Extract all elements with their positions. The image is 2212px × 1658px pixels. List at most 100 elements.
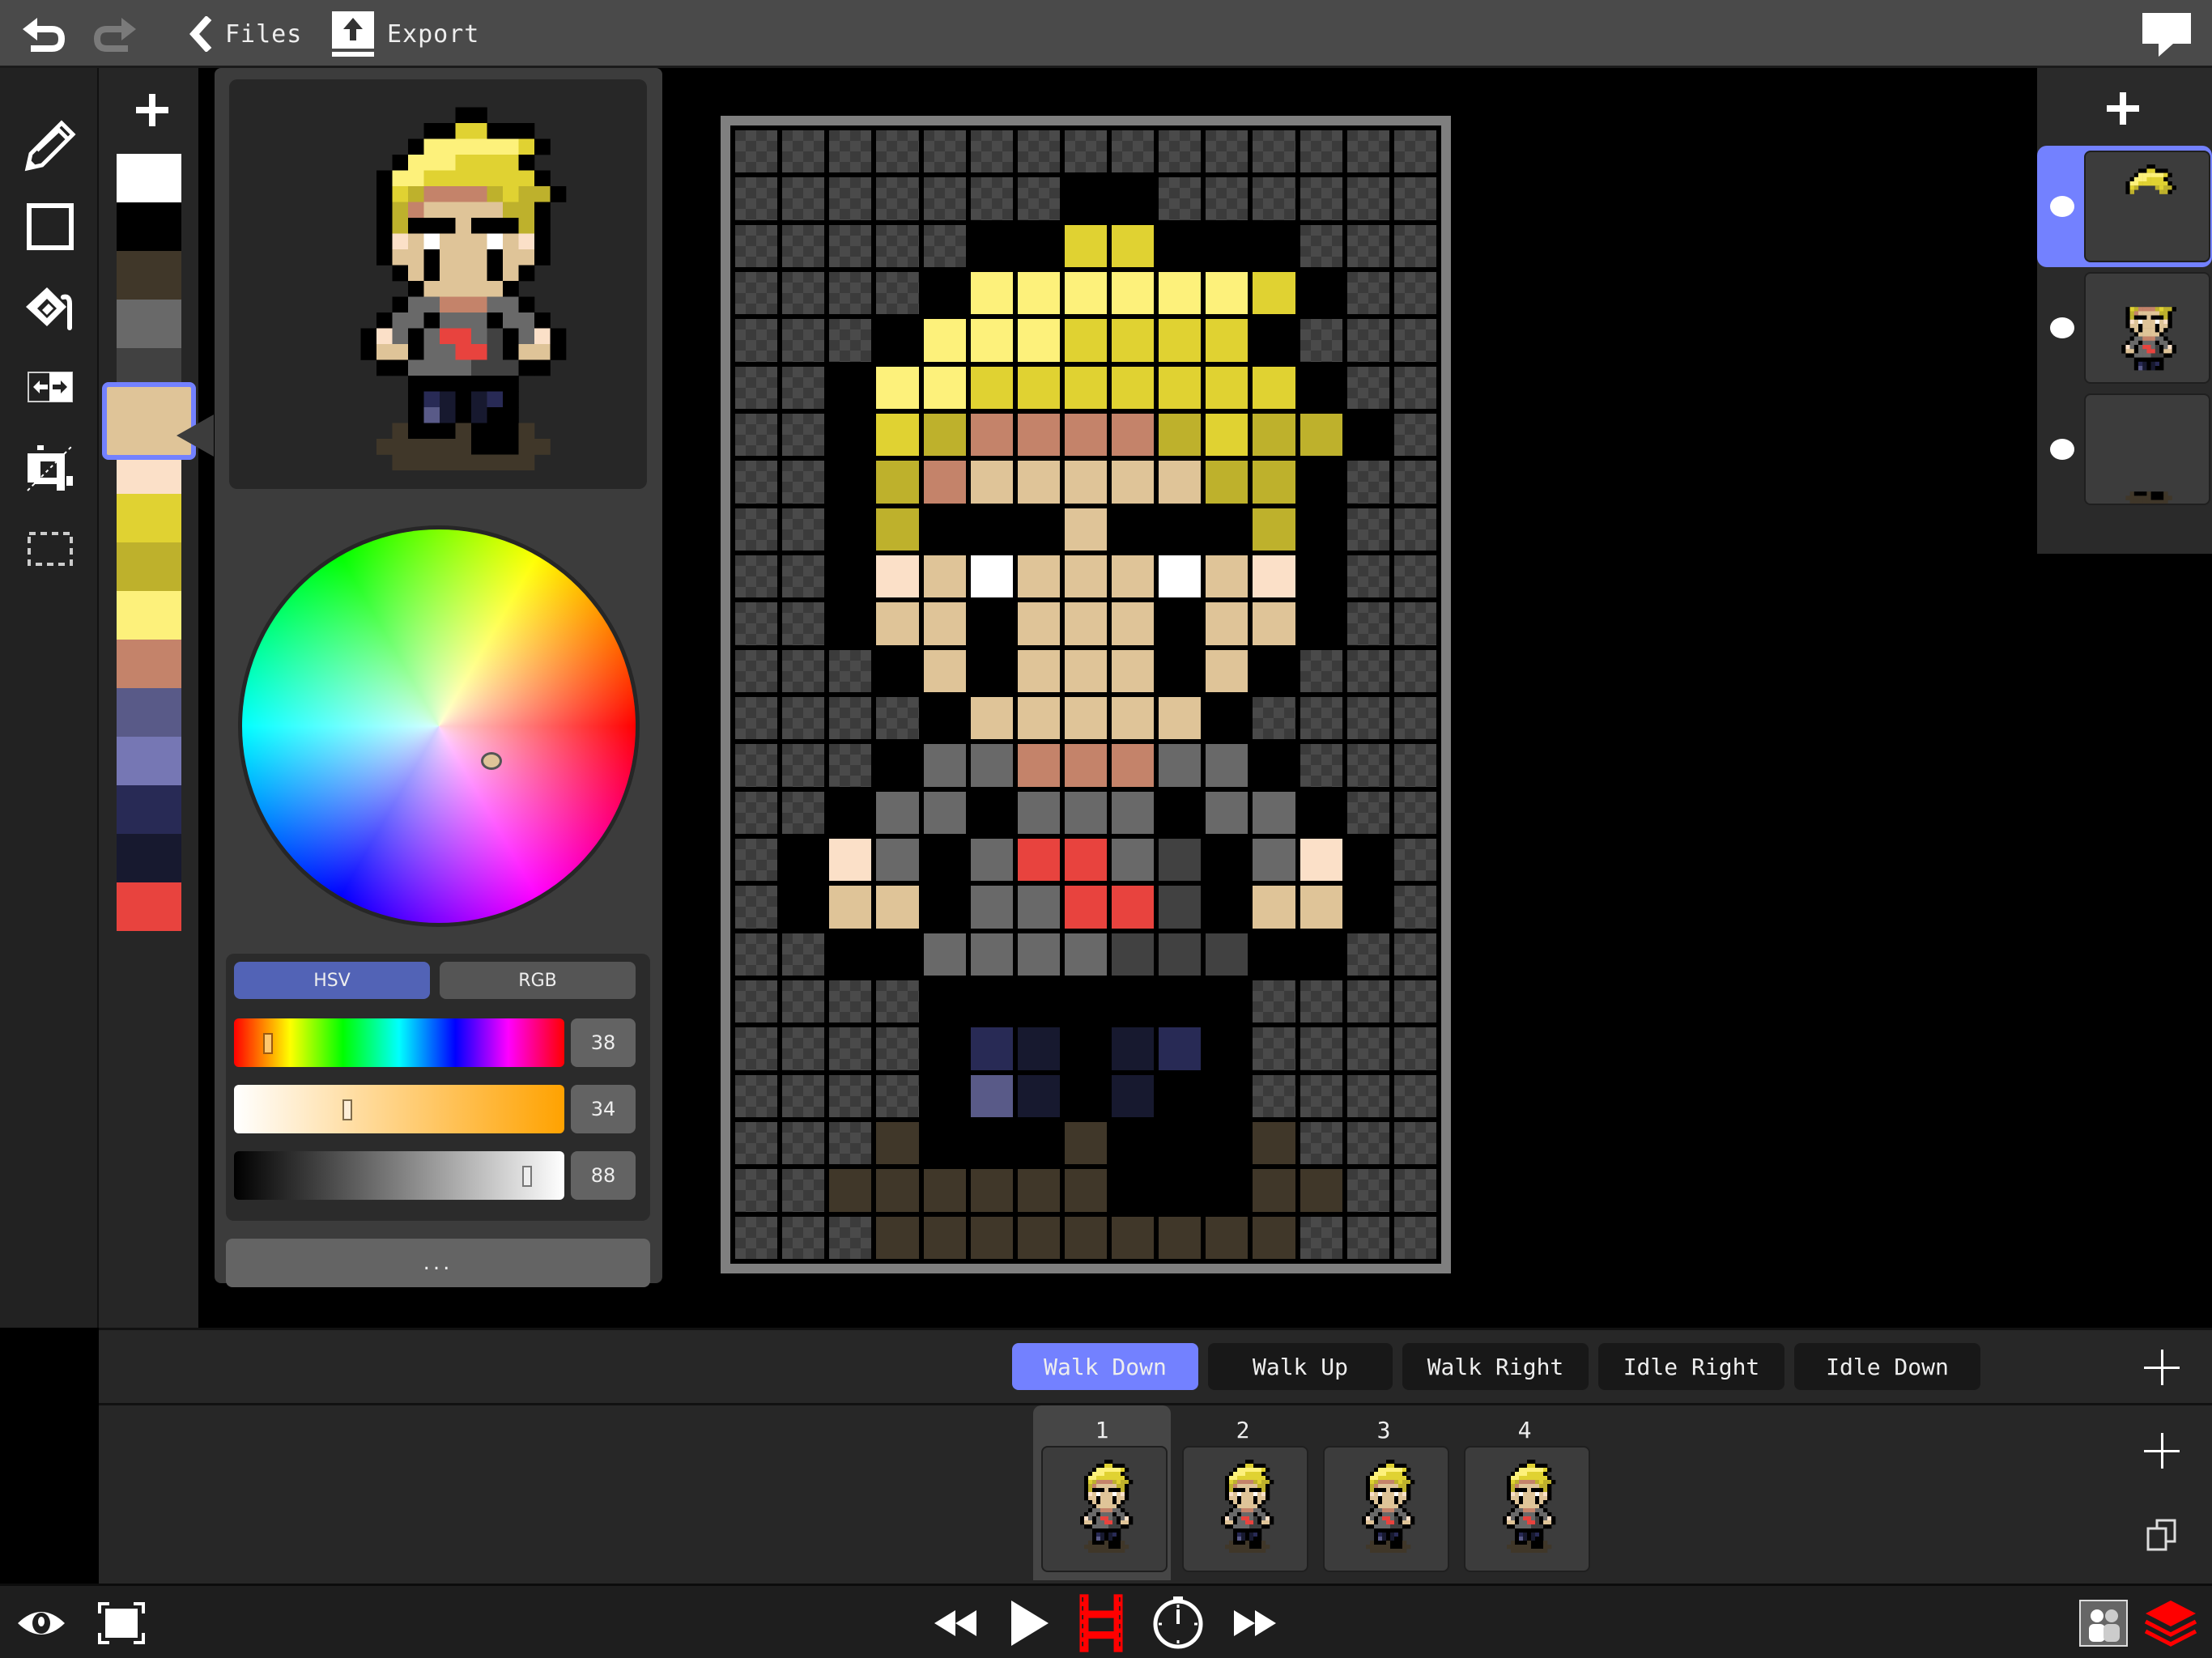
pixel-cell[interactable] (1300, 508, 1342, 551)
pixel-cell[interactable] (735, 1027, 778, 1070)
pixel-cell[interactable] (1300, 649, 1342, 692)
pixel-cell[interactable] (970, 933, 1013, 976)
pixel-cell[interactable] (829, 413, 872, 457)
pixel-cell[interactable] (1393, 555, 1436, 598)
pixel-cell[interactable] (735, 224, 778, 267)
pixel-cell[interactable] (1393, 649, 1436, 692)
pixel-cell[interactable] (1346, 649, 1389, 692)
pixel-cell[interactable] (1064, 1121, 1108, 1165)
pixel-cell[interactable] (1300, 271, 1342, 315)
pixel-cell[interactable] (1064, 508, 1108, 551)
pixel-cell[interactable] (876, 886, 919, 929)
tool-fill[interactable] (19, 278, 81, 340)
pixel-cell[interactable] (1393, 791, 1436, 834)
pixel-cell[interactable] (1206, 791, 1249, 834)
pixel-cell[interactable] (1064, 1216, 1108, 1259)
pixel-cell[interactable] (1159, 1121, 1202, 1165)
pixel-cell[interactable] (1300, 1169, 1342, 1212)
pixel-cell[interactable] (1017, 224, 1060, 267)
pixel-cell[interactable] (1346, 130, 1389, 173)
pixel-cell[interactable] (923, 980, 966, 1023)
pixel-cell[interactable] (1300, 980, 1342, 1023)
layer-item-body[interactable] (2037, 267, 2212, 389)
pixel-cell[interactable] (1206, 508, 1249, 551)
palette-swatch[interactable] (117, 154, 181, 202)
palette-swatch[interactable] (117, 737, 181, 785)
pixel-cell[interactable] (735, 791, 778, 834)
pixel-cell[interactable] (1253, 1027, 1295, 1070)
pixel-cell[interactable] (1346, 271, 1389, 315)
pixel-cell[interactable] (1206, 461, 1249, 504)
pixel-cell[interactable] (970, 555, 1013, 598)
pixel-cell[interactable] (829, 508, 872, 551)
pixel-cell[interactable] (1064, 1027, 1108, 1070)
pixel-cell[interactable] (1159, 130, 1202, 173)
pixel-cell[interactable] (782, 1074, 825, 1117)
pixel-cell[interactable] (1112, 1121, 1155, 1165)
pixel-cell[interactable] (1112, 508, 1155, 551)
pixel-cell[interactable] (876, 933, 919, 976)
pixel-cell[interactable] (1393, 1074, 1436, 1117)
files-button[interactable]: Files (189, 0, 302, 68)
hue-slider[interactable] (234, 1018, 564, 1067)
pixel-cell[interactable] (1346, 461, 1389, 504)
pixel-cell[interactable] (1112, 271, 1155, 315)
pixel-cell[interactable] (1017, 838, 1060, 882)
pixel-cell[interactable] (1393, 177, 1436, 220)
pixel-cell[interactable] (1017, 1121, 1060, 1165)
pixel-cell[interactable] (923, 319, 966, 362)
frame-item[interactable]: 3 (1315, 1405, 1453, 1580)
pixel-cell[interactable] (1206, 366, 1249, 409)
pixel-cell[interactable] (970, 271, 1013, 315)
pixel-cell[interactable] (782, 933, 825, 976)
next-frame-button[interactable] (1227, 1586, 1284, 1658)
tool-mirror[interactable] (19, 356, 81, 418)
pixel-cell[interactable] (1253, 1074, 1295, 1117)
pixel-cell[interactable] (1159, 224, 1202, 267)
pixel-cell[interactable] (1159, 319, 1202, 362)
pixel-cell[interactable] (923, 696, 966, 740)
add-layer-button[interactable] (2099, 84, 2147, 133)
pixel-cell[interactable] (782, 838, 825, 882)
pixel-cell[interactable] (1346, 1027, 1389, 1070)
pixel-cell[interactable] (1206, 555, 1249, 598)
pixel-cell[interactable] (1253, 177, 1295, 220)
pixel-cell[interactable] (1346, 319, 1389, 362)
pixel-cell[interactable] (1253, 271, 1295, 315)
pixel-cell[interactable] (735, 461, 778, 504)
palette-swatch[interactable] (117, 591, 181, 640)
pixel-cell[interactable] (1159, 1216, 1202, 1259)
pixel-cell[interactable] (782, 177, 825, 220)
pixel-cell[interactable] (923, 508, 966, 551)
pixel-cell[interactable] (1253, 413, 1295, 457)
pixel-cell[interactable] (923, 791, 966, 834)
pixel-cell[interactable] (1064, 696, 1108, 740)
pixel-cell[interactable] (1017, 130, 1060, 173)
pixel-cell[interactable] (1393, 1027, 1436, 1070)
pixel-cell[interactable] (1017, 555, 1060, 598)
animation-settings-button[interactable] (1075, 1586, 1127, 1658)
pixel-cell[interactable] (782, 1121, 825, 1165)
pixel-cell[interactable] (829, 696, 872, 740)
fullscreen-button[interactable] (96, 1586, 147, 1658)
pixel-cell[interactable] (1300, 555, 1342, 598)
pixel-cell[interactable] (782, 130, 825, 173)
pixel-cell[interactable] (1393, 224, 1436, 267)
pixel-cell[interactable] (1300, 319, 1342, 362)
tool-selection[interactable] (19, 518, 81, 580)
pixel-cell[interactable] (876, 555, 919, 598)
pixel-cell[interactable] (1112, 1216, 1155, 1259)
pixel-cell[interactable] (1300, 838, 1342, 882)
pixel-cell[interactable] (829, 933, 872, 976)
pixel-cell[interactable] (923, 271, 966, 315)
palette-swatch[interactable] (117, 542, 181, 591)
pixel-cell[interactable] (782, 602, 825, 645)
pixel-cell[interactable] (876, 791, 919, 834)
pixel-cell[interactable] (876, 1216, 919, 1259)
pixel-cell[interactable] (1253, 696, 1295, 740)
pixel-cell[interactable] (1112, 602, 1155, 645)
pixel-cell[interactable] (1064, 1169, 1108, 1212)
pixel-cell[interactable] (1064, 271, 1108, 315)
sprite-canvas[interactable] (721, 116, 1451, 1273)
add-color-button[interactable] (128, 86, 177, 134)
